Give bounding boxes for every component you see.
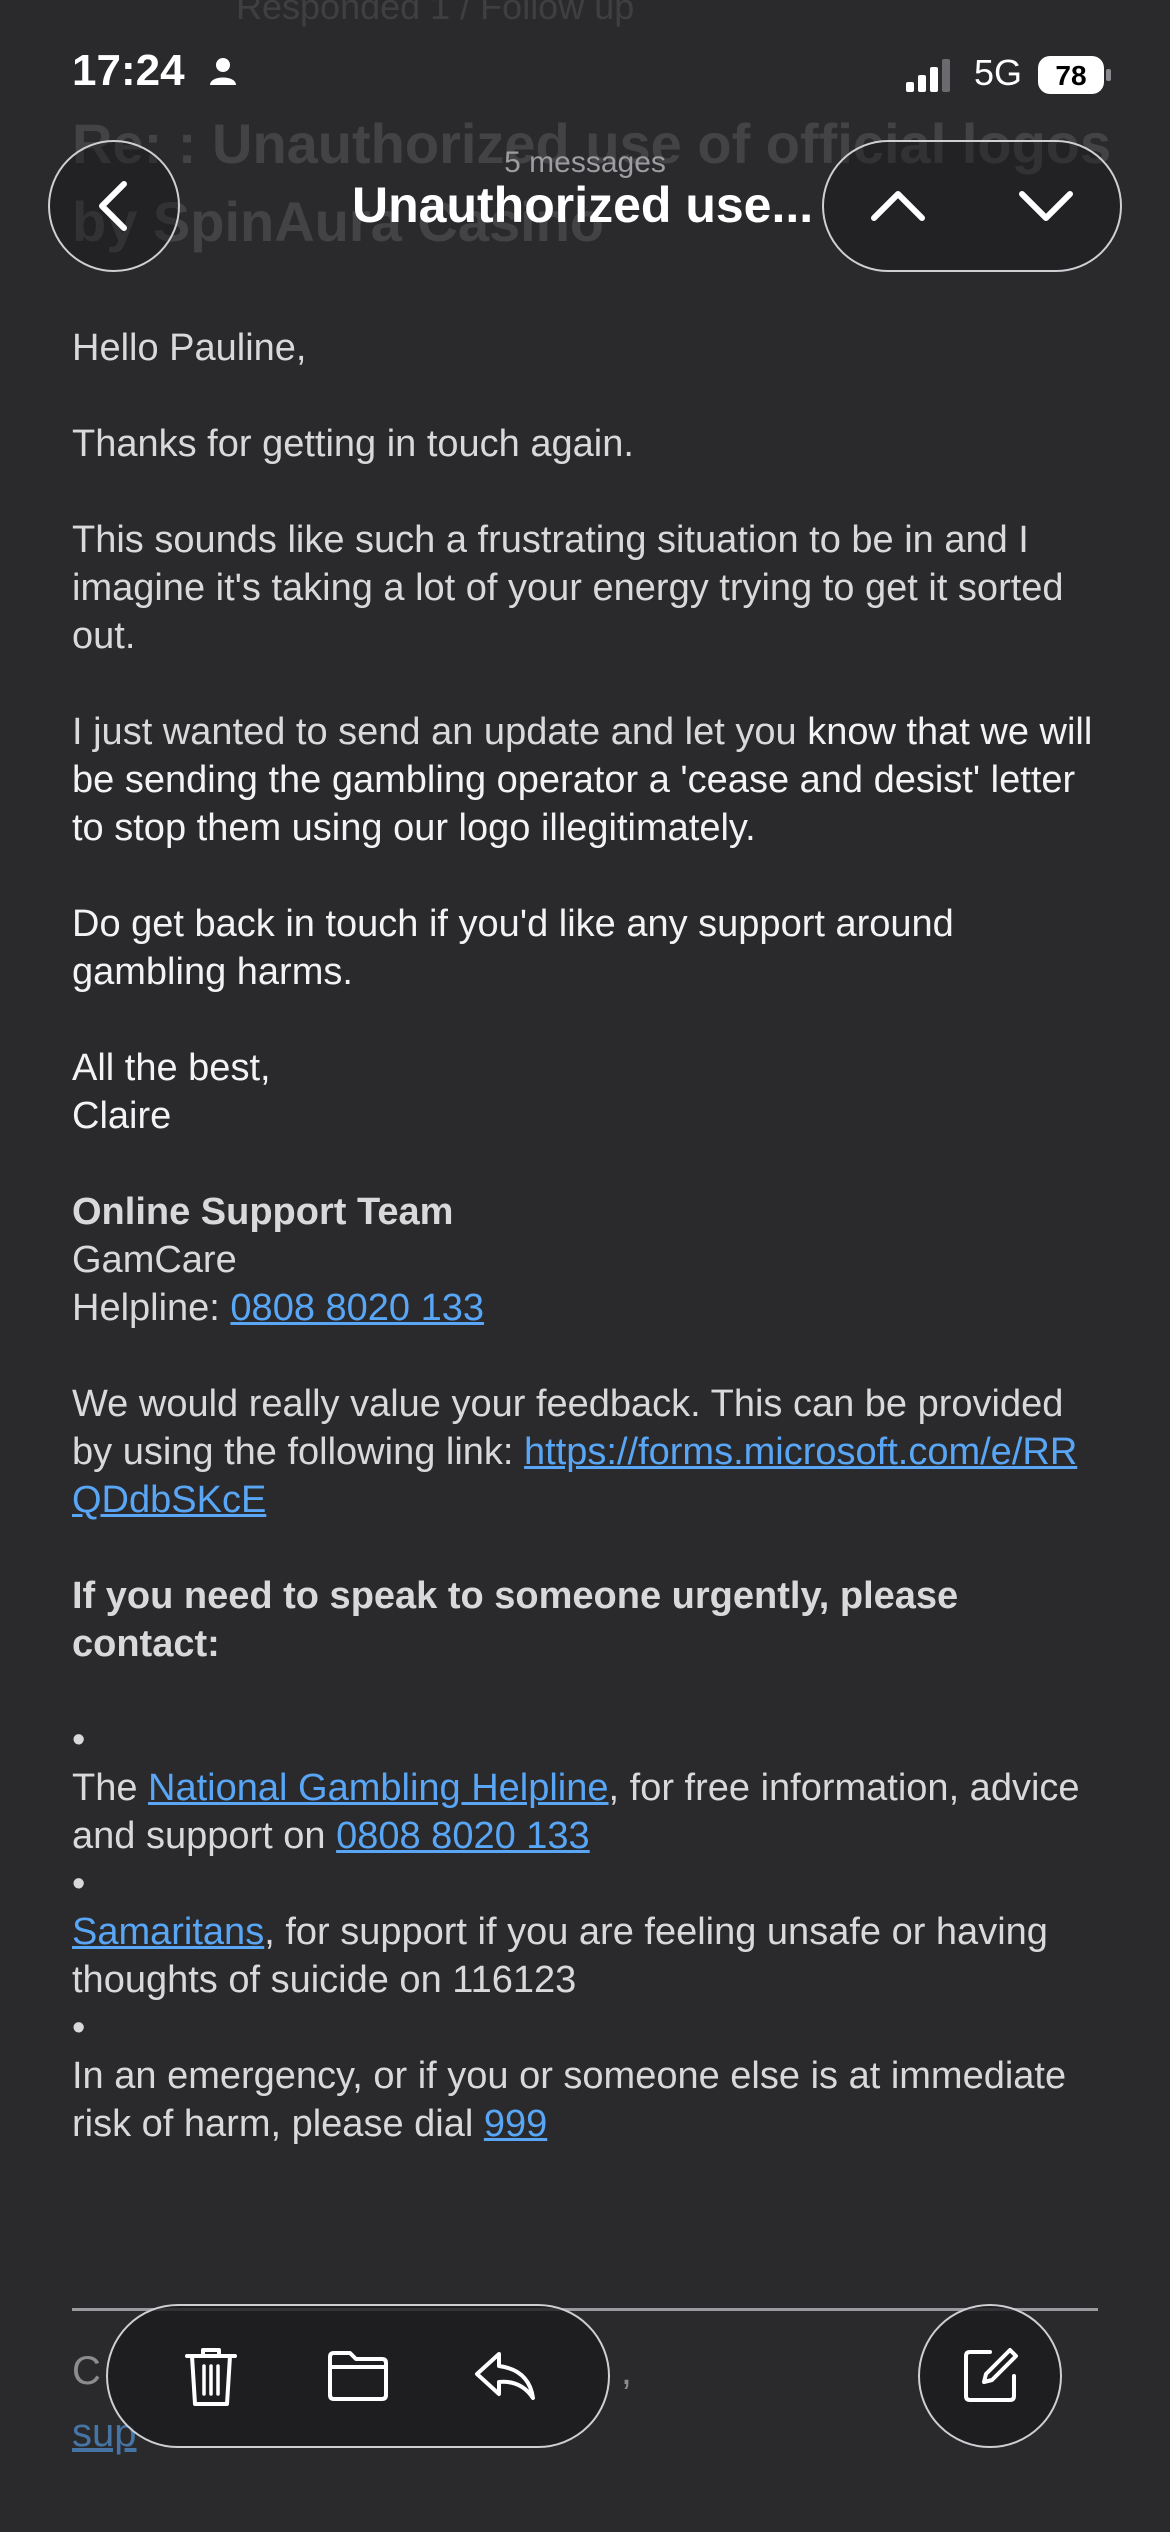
helpline-number-link[interactable]: 0808 8020 133	[230, 1287, 484, 1329]
ngh-prefix: The	[72, 1767, 149, 1809]
bullet: •	[72, 1863, 86, 1905]
folder-icon	[327, 2351, 388, 2401]
message-navigation	[822, 140, 1122, 272]
network-type: 5G	[974, 52, 1023, 93]
background-status: Responded 1 / Follow up	[236, 0, 635, 27]
urgent-heading: If you need to speak to someone urgently…	[72, 1575, 959, 1665]
compose-icon	[964, 2348, 1018, 2402]
helpline-label: Helpline:	[72, 1287, 231, 1329]
national-gambling-helpline-link[interactable]: National Gambling Helpline	[148, 1767, 608, 1809]
chevron-down-icon	[1019, 191, 1073, 221]
chevron-up-icon	[871, 191, 925, 221]
chevron-left-icon	[99, 181, 127, 231]
footer-comma: ,	[620, 2349, 633, 2393]
paragraph-feedback: We would really value your feedback. Thi…	[72, 1380, 1102, 1524]
footer-c: C	[72, 2349, 101, 2393]
paragraph-support: Do get back in touch if you'd like any s…	[72, 903, 954, 993]
emergency-number-link[interactable]: 999	[484, 2103, 547, 2145]
org-name: GamCare	[72, 1239, 237, 1281]
previous-message-button[interactable]	[824, 141, 972, 271]
samaritans-link[interactable]: Samaritans	[72, 1911, 264, 1953]
person-icon	[210, 58, 236, 85]
move-to-folder-button[interactable]	[326, 2344, 390, 2408]
greeting: Hello Pauline,	[72, 327, 307, 369]
signoff: All the best,	[72, 1047, 271, 1089]
trash-icon	[185, 2348, 238, 2406]
bullet: •	[72, 1719, 86, 1761]
list-item-emergency: In an emergency, or if you or someone el…	[72, 2052, 1102, 2148]
trash-button[interactable]	[179, 2344, 243, 2408]
sender-name: Claire	[72, 1095, 172, 1137]
battery-icon: 78	[1038, 56, 1111, 94]
next-message-button[interactable]	[972, 141, 1120, 271]
ngh-number-link[interactable]: 0808 8020 133	[336, 1815, 590, 1857]
bottom-toolbar	[106, 2304, 610, 2448]
paragraph-frustrating: This sounds like such a frustrating situ…	[72, 519, 1064, 657]
reply-icon	[474, 2352, 535, 2400]
reply-button[interactable]	[473, 2344, 537, 2408]
list-item-ngh: The National Gambling Helpline, for free…	[72, 1764, 1102, 1860]
paragraph-thanks: Thanks for getting in touch again.	[72, 423, 634, 465]
signal-icon	[906, 59, 950, 92]
paragraph-update: I just wanted to send an update and let …	[72, 708, 1102, 852]
email-body: Hello Pauline, Thanks for getting in tou…	[72, 324, 1102, 2148]
signoff-block: All the best, Claire	[72, 1044, 1102, 1140]
status-time: 17:24	[72, 46, 185, 95]
signature-block: Online Support Team GamCare Helpline: 08…	[72, 1188, 1102, 1332]
battery-level: 78	[1055, 60, 1086, 91]
update-text-a: I just wanted to send an update and let …	[72, 711, 808, 753]
thread-title: Unauthorized use...	[352, 177, 814, 233]
emergency-text: In an emergency, or if you or someone el…	[72, 2055, 1067, 2145]
bullet: •	[72, 2007, 86, 2049]
team-name: Online Support Team	[72, 1191, 454, 1233]
compose-button[interactable]	[918, 2304, 1062, 2448]
list-item-samaritans: Samaritans, for support if you are feeli…	[72, 1908, 1102, 2004]
